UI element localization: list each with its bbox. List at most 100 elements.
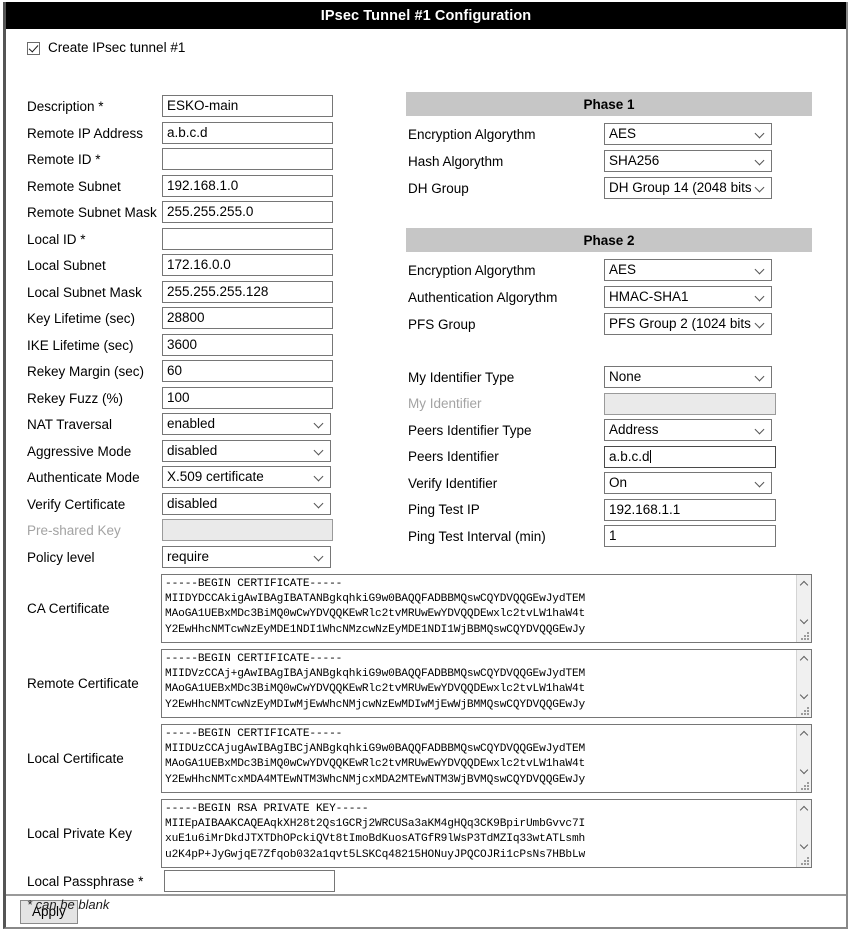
local-subnet-mask-input[interactable]: 255.255.255.128 bbox=[162, 281, 333, 303]
ca-certificate-scrollbar[interactable] bbox=[796, 575, 811, 642]
policy-level-label: Policy level bbox=[27, 549, 95, 565]
remote-subnet-row: Remote Subnet 192.168.1.0 bbox=[27, 175, 333, 197]
local-private-key-textarea[interactable]: -----BEGIN RSA PRIVATE KEY----- MIIEpAIB… bbox=[161, 799, 812, 868]
local-id-input[interactable] bbox=[162, 228, 333, 250]
verify-certificate-label: Verify Certificate bbox=[27, 496, 126, 512]
scroll-up-icon[interactable] bbox=[800, 580, 808, 588]
peers-identifier-type-select[interactable]: Address bbox=[604, 419, 772, 441]
key-lifetime-sec-input[interactable]: 28800 bbox=[162, 307, 333, 329]
scroll-down-icon[interactable] bbox=[800, 842, 808, 850]
local-passphrase-input[interactable] bbox=[164, 870, 335, 892]
scroll-up-icon[interactable] bbox=[800, 655, 808, 663]
local-certificate-scrollbar[interactable] bbox=[796, 725, 811, 792]
remote-certificate-content: -----BEGIN CERTIFICATE----- MIIDVzCCAj+g… bbox=[165, 653, 586, 711]
ping-test-interval-min-input[interactable]: 1 bbox=[604, 525, 776, 547]
authenticate-mode-label: Authenticate Mode bbox=[27, 469, 140, 485]
encryption-algorythm-select[interactable]: AES bbox=[604, 259, 772, 281]
scroll-down-icon[interactable] bbox=[800, 617, 808, 625]
page-title: IPsec Tunnel #1 Configuration bbox=[320, 7, 532, 24]
encryption-algorythm-selected-value: AES bbox=[609, 262, 637, 277]
text-cursor bbox=[649, 449, 651, 463]
verify-certificate-select[interactable]: disabled bbox=[162, 493, 331, 515]
ipsec-config-page: IPsec Tunnel #1 Configuration Create IPs… bbox=[0, 0, 851, 932]
resize-grip-icon[interactable] bbox=[801, 857, 810, 866]
local-id-label: Local ID * bbox=[27, 231, 86, 247]
pfs-group-selected-value: PFS Group 2 (1024 bits) bbox=[609, 316, 751, 331]
scroll-down-icon[interactable] bbox=[800, 767, 808, 775]
config-window: IPsec Tunnel #1 Configuration Create IPs… bbox=[3, 2, 848, 929]
local-certificate-content: -----BEGIN CERTIFICATE----- MIIDUzCCAjug… bbox=[165, 728, 586, 786]
peers-identifier-label: Peers Identifier bbox=[408, 449, 499, 464]
local-certificate-textarea[interactable]: -----BEGIN CERTIFICATE----- MIIDUzCCAjug… bbox=[161, 724, 812, 793]
create-tunnel-row[interactable]: Create IPsec tunnel #1 bbox=[27, 41, 185, 55]
local-subnet-input[interactable]: 172.16.0.0 bbox=[162, 254, 333, 276]
scroll-up-icon[interactable] bbox=[800, 730, 808, 738]
pre-shared-key-label: Pre-shared Key bbox=[27, 522, 121, 538]
resize-grip-icon[interactable] bbox=[801, 632, 810, 641]
pfs-group-select[interactable]: PFS Group 2 (1024 bits) bbox=[604, 313, 772, 335]
description-label: Description * bbox=[27, 98, 104, 114]
local-private-key-scrollbar[interactable] bbox=[796, 800, 811, 867]
my-identifier-type-selected-value: None bbox=[609, 369, 642, 384]
rekey-fuzz-input[interactable]: 100 bbox=[162, 387, 333, 409]
ike-lifetime-sec-input[interactable]: 3600 bbox=[162, 334, 333, 356]
ca-certificate-label: CA Certificate bbox=[27, 601, 110, 616]
encryption-algorythm-selected-value: AES bbox=[609, 126, 637, 141]
nat-traversal-label: NAT Traversal bbox=[27, 416, 113, 432]
aggressive-mode-selected-value: disabled bbox=[167, 443, 218, 458]
scroll-down-icon[interactable] bbox=[800, 692, 808, 700]
encryption-algorythm-row: Encryption Algorythm AES bbox=[408, 123, 772, 145]
encryption-algorythm-label: Encryption Algorythm bbox=[408, 126, 536, 142]
encryption-algorythm-select[interactable]: AES bbox=[604, 123, 772, 145]
remote-certificate-label: Remote Certificate bbox=[27, 676, 139, 691]
peers-identifier-type-label: Peers Identifier Type bbox=[408, 422, 532, 438]
local-subnet-mask-row: Local Subnet Mask 255.255.255.128 bbox=[27, 281, 333, 303]
scroll-up-icon[interactable] bbox=[800, 805, 808, 813]
nat-traversal-select[interactable]: enabled bbox=[162, 413, 331, 435]
policy-level-select[interactable]: require bbox=[162, 546, 331, 568]
local-passphrase-row: Local Passphrase * bbox=[27, 870, 335, 892]
remote-subnet-input[interactable]: 192.168.1.0 bbox=[162, 175, 333, 197]
ping-test-ip-input[interactable]: 192.168.1.1 bbox=[604, 498, 776, 521]
hash-algorythm-select[interactable]: SHA256 bbox=[604, 150, 772, 172]
resize-grip-icon[interactable] bbox=[801, 782, 810, 791]
ca-certificate-textarea[interactable]: -----BEGIN CERTIFICATE----- MIIDYDCCAkig… bbox=[161, 574, 812, 643]
aggressive-mode-select[interactable]: disabled bbox=[162, 440, 331, 462]
dh-group-select[interactable]: DH Group 14 (2048 bits) bbox=[604, 177, 772, 199]
peers-identifier-row: Peers Identifier a.b.c.d bbox=[408, 445, 776, 468]
remote-subnet-mask-input[interactable]: 255.255.255.0 bbox=[162, 201, 333, 223]
remote-certificate-scrollbar[interactable] bbox=[796, 650, 811, 717]
ca-certificate-content: -----BEGIN CERTIFICATE----- MIIDYDCCAkig… bbox=[165, 578, 586, 636]
authentication-algorythm-row: Authentication Algorythm HMAC-SHA1 bbox=[408, 286, 772, 308]
footnote-text: * can be blank bbox=[27, 897, 110, 912]
rekey-margin-sec-row: Rekey Margin (sec) 60 bbox=[27, 360, 333, 382]
pfs-group-label: PFS Group bbox=[408, 316, 476, 332]
my-identifier-type-select[interactable]: None bbox=[604, 366, 772, 388]
local-private-key-label: Local Private Key bbox=[27, 826, 133, 841]
remote-ip-address-input[interactable]: a.b.c.d bbox=[162, 122, 333, 144]
create-tunnel-checkbox[interactable] bbox=[27, 41, 40, 55]
authentication-algorythm-select[interactable]: HMAC-SHA1 bbox=[604, 286, 772, 308]
resize-grip-icon[interactable] bbox=[801, 707, 810, 716]
authenticate-mode-row: Authenticate Mode X.509 certificate bbox=[27, 466, 331, 488]
chevron-down-icon bbox=[756, 372, 765, 381]
peers-identifier-input[interactable]: a.b.c.d bbox=[604, 445, 776, 468]
verify-identifier-row: Verify Identifier On bbox=[408, 472, 772, 494]
remote-ip-address-row: Remote IP Address a.b.c.d bbox=[27, 122, 333, 144]
verify-identifier-select[interactable]: On bbox=[604, 472, 772, 494]
local-passphrase-label: Local Passphrase * bbox=[27, 873, 144, 889]
remote-id-input[interactable] bbox=[162, 148, 333, 170]
chevron-down-icon bbox=[756, 156, 765, 165]
create-tunnel-label: Create IPsec tunnel #1 bbox=[48, 40, 186, 55]
rekey-margin-sec-input[interactable]: 60 bbox=[162, 360, 333, 382]
local-certificate-label: Local Certificate bbox=[27, 751, 124, 766]
remote-certificate-textarea[interactable]: -----BEGIN CERTIFICATE----- MIIDVzCCAj+g… bbox=[161, 649, 812, 718]
ike-lifetime-sec-label: IKE Lifetime (sec) bbox=[27, 337, 134, 353]
remote-subnet-mask-label: Remote Subnet Mask bbox=[27, 204, 157, 220]
hash-algorythm-row: Hash Algorythm SHA256 bbox=[408, 150, 772, 172]
authenticate-mode-select[interactable]: X.509 certificate bbox=[162, 466, 331, 488]
description-input[interactable]: ESKO-main bbox=[162, 95, 333, 117]
chevron-down-icon bbox=[756, 183, 765, 192]
pre-shared-key-input bbox=[162, 519, 333, 541]
key-lifetime-sec-row: Key Lifetime (sec) 28800 bbox=[27, 307, 333, 329]
